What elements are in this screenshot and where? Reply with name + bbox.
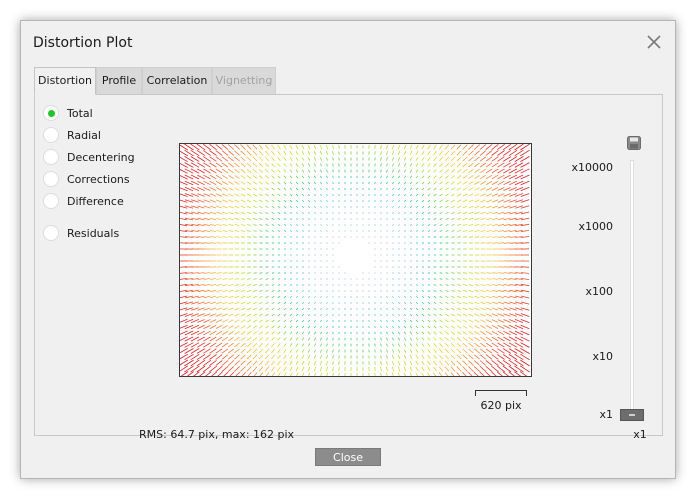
option-radial[interactable]: Radial bbox=[43, 126, 101, 144]
tab-profile[interactable]: Profile bbox=[96, 67, 142, 94]
scale-bar-label: 620 pix bbox=[480, 399, 522, 412]
close-icon[interactable] bbox=[645, 33, 663, 51]
zoom-slider-track[interactable] bbox=[630, 160, 634, 414]
radio-radial[interactable] bbox=[43, 127, 59, 143]
distortion-vector-plot bbox=[179, 143, 532, 377]
zoom-level-x1000: x1000 bbox=[578, 220, 613, 233]
radio-difference[interactable] bbox=[43, 193, 59, 209]
option-residuals[interactable]: Residuals bbox=[43, 224, 119, 242]
option-radial-label: Radial bbox=[67, 128, 101, 142]
zoom-level-x1: x1 bbox=[599, 408, 613, 421]
zoom-slider-handle[interactable] bbox=[620, 409, 644, 421]
radio-decentering[interactable] bbox=[43, 149, 59, 165]
dialog-title: Distortion Plot bbox=[33, 35, 133, 51]
distortion-panel: Total Radial Decentering Corrections Dif… bbox=[34, 94, 663, 441]
option-decentering-label: Decentering bbox=[67, 150, 135, 164]
zoom-level-x100: x100 bbox=[585, 285, 613, 298]
scale-bar bbox=[475, 390, 527, 396]
option-difference[interactable]: Difference bbox=[43, 192, 124, 210]
zoom-level-x10000: x10000 bbox=[571, 161, 613, 174]
zoom-level-x10: x10 bbox=[592, 350, 613, 363]
close-button[interactable]: Close bbox=[315, 448, 381, 466]
option-total-label: Total bbox=[67, 106, 93, 120]
option-total[interactable]: Total bbox=[43, 104, 93, 122]
distortion-plot-dialog: Distortion Plot Distortion Profile Corre… bbox=[20, 20, 676, 479]
radio-residuals[interactable] bbox=[43, 225, 59, 241]
option-corrections[interactable]: Corrections bbox=[43, 170, 130, 188]
tab-correlation[interactable]: Correlation bbox=[142, 67, 212, 94]
option-residuals-label: Residuals bbox=[67, 226, 120, 240]
option-decentering[interactable]: Decentering bbox=[43, 148, 135, 166]
tab-distortion[interactable]: Distortion bbox=[34, 67, 96, 95]
distortion-vectors bbox=[180, 144, 531, 376]
zoom-value-label: x1 bbox=[633, 428, 647, 441]
save-icon[interactable] bbox=[627, 136, 641, 150]
option-difference-label: Difference bbox=[67, 194, 124, 208]
radio-total[interactable] bbox=[43, 105, 59, 121]
rms-stats: RMS: 64.7 pix, max: 162 pix bbox=[139, 428, 295, 441]
radio-corrections[interactable] bbox=[43, 171, 59, 187]
option-corrections-label: Corrections bbox=[67, 172, 130, 186]
tab-vignetting: Vignetting bbox=[212, 67, 276, 94]
